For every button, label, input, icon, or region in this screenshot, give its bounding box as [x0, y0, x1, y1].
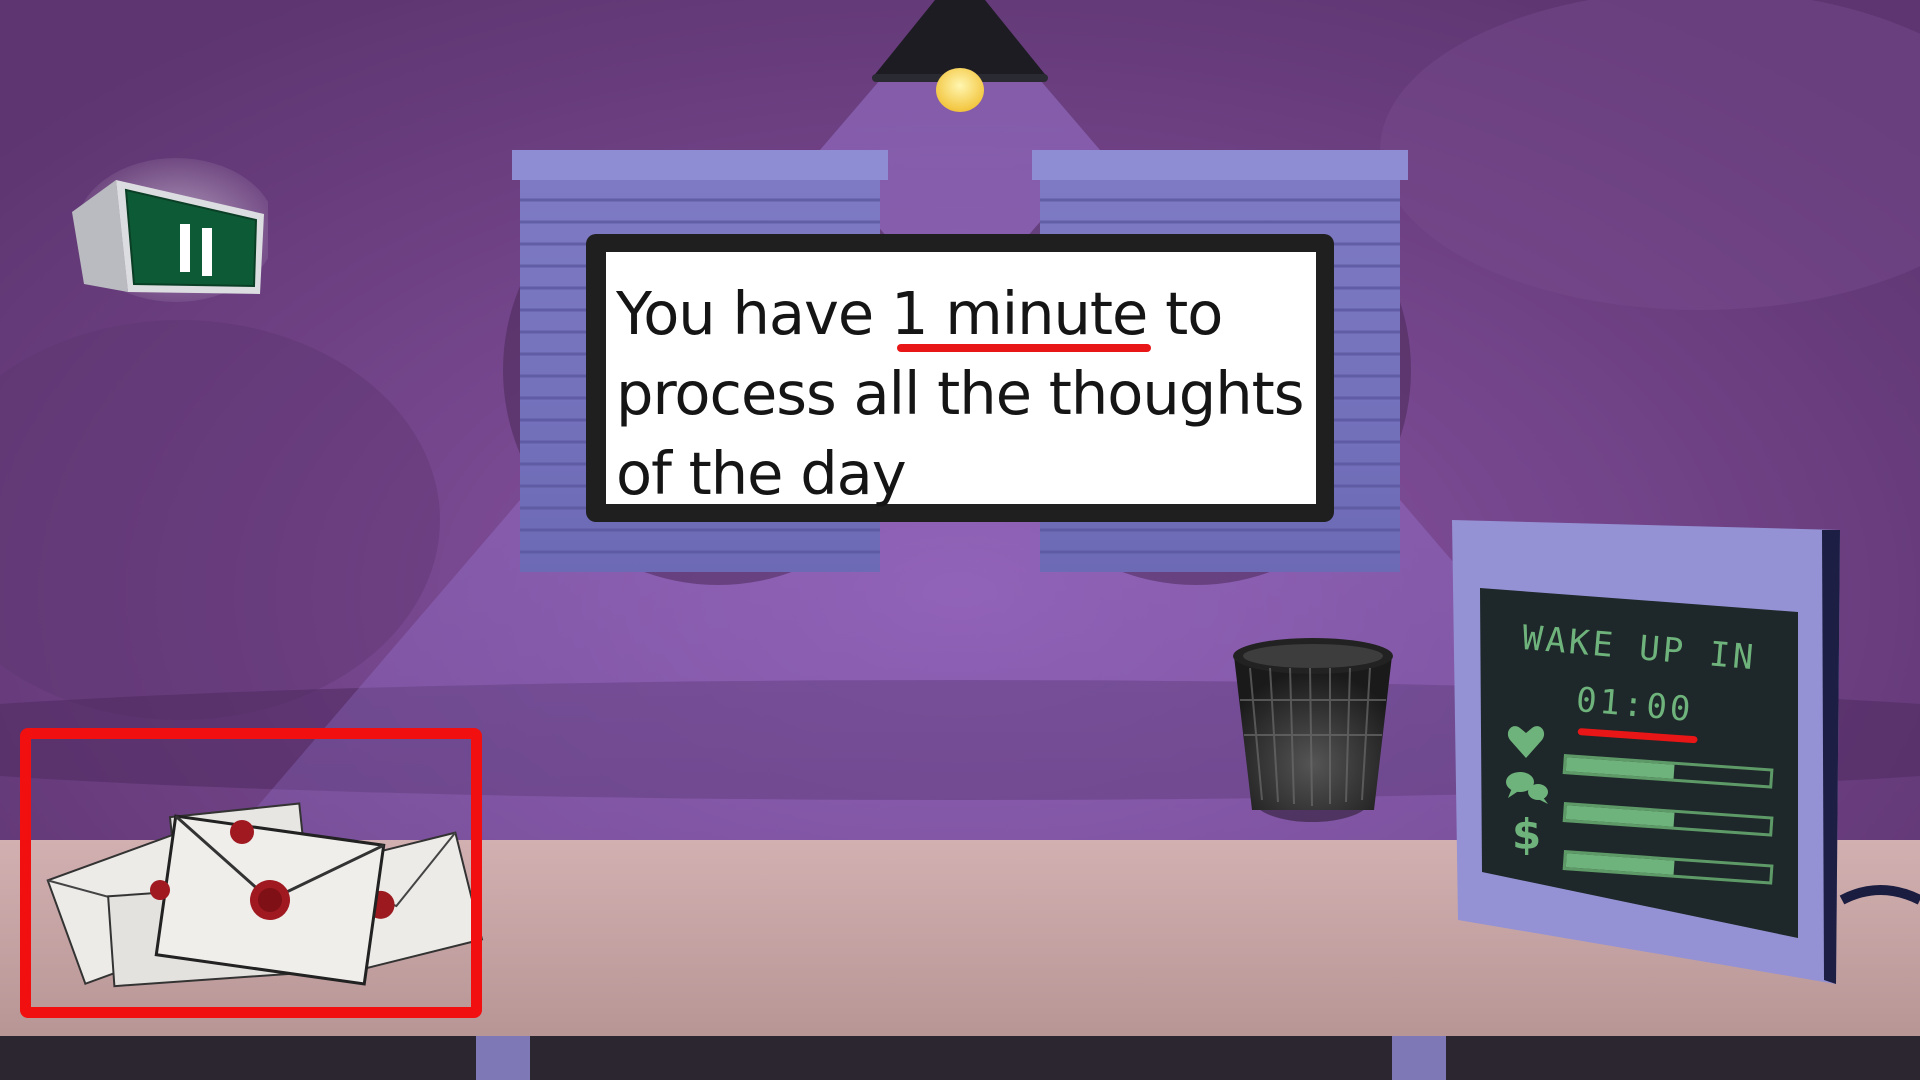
chat-bubbles-icon	[1506, 772, 1548, 804]
tutorial-message-panel: You have 1 minute to process all the tho…	[606, 252, 1316, 508]
dollar-icon: $	[1512, 810, 1542, 859]
status-monitor: WAKE UP IN 01:00 $	[1452, 520, 1840, 984]
tutorial-line-1-start: You have	[616, 279, 891, 348]
tutorial-line-1-end: to	[1147, 279, 1223, 348]
tutorial-line-2: process all the thoughts	[616, 359, 1305, 428]
tutorial-message-box: You have 1 minute to process all the tho…	[586, 234, 1334, 522]
pause-button[interactable]	[68, 152, 268, 304]
tutorial-line-3: of the day	[616, 439, 907, 508]
heart-icon	[1507, 726, 1545, 758]
tutorial-highlighted-duration: 1 minute	[890, 279, 1148, 348]
tutorial-line-1: You have 1 minute to	[616, 274, 1298, 354]
waste-basket	[1233, 638, 1393, 822]
letters-highlight-frame[interactable]	[20, 728, 482, 1018]
